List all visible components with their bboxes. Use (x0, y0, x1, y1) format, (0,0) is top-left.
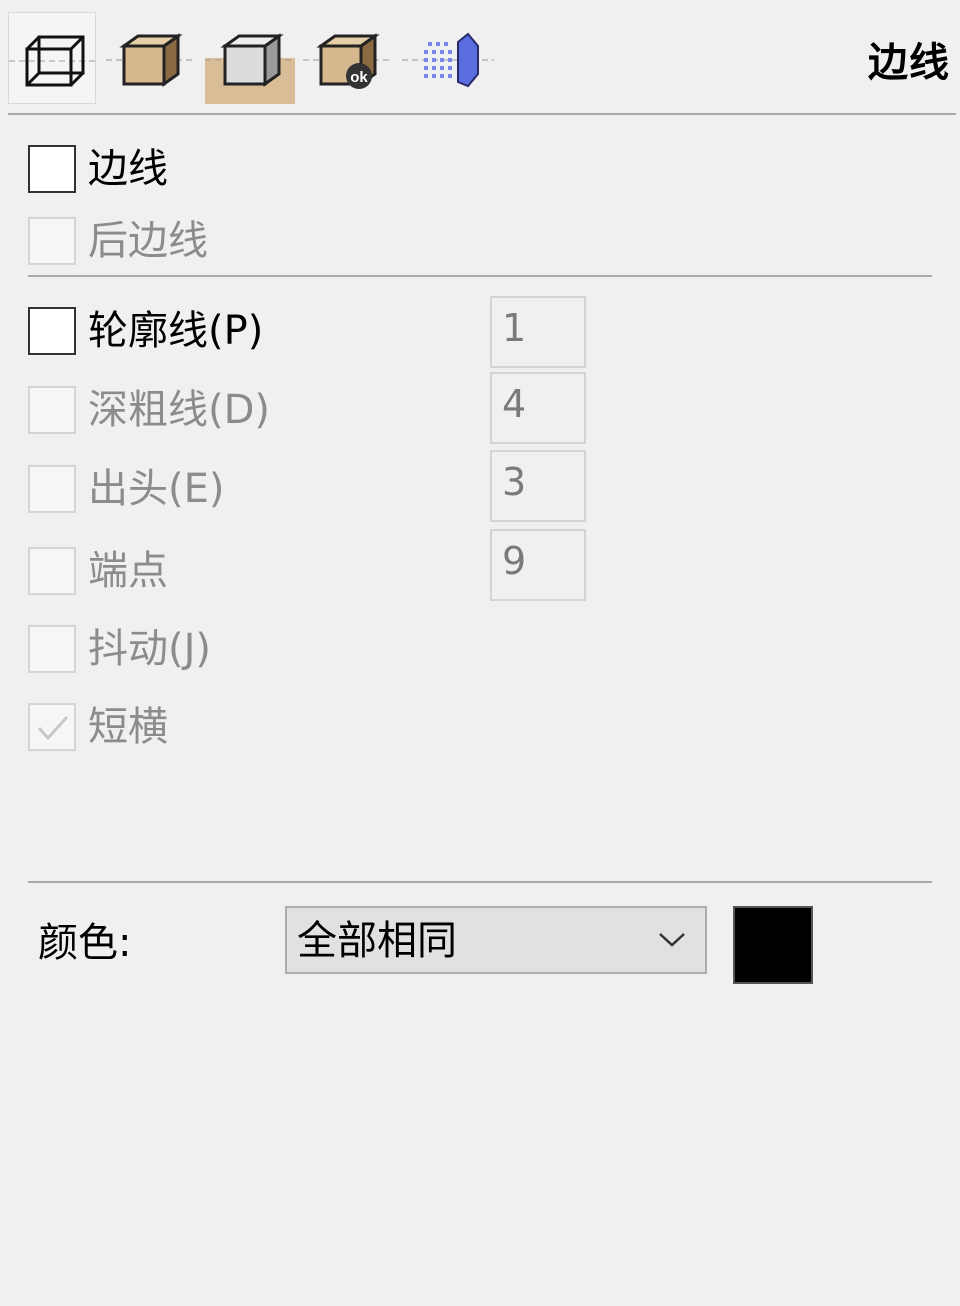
check-icon (37, 715, 69, 741)
depth-cue-option[interactable]: 深粗线(D) (28, 383, 270, 437)
edges-option[interactable]: 边线 (28, 142, 168, 196)
color-label: 颜色: (38, 920, 132, 966)
endpoints-label: 端点 (88, 548, 168, 594)
profiles-label: 轮廓线(P) (88, 308, 264, 354)
jitter-checkbox[interactable] (28, 625, 76, 673)
x-ray-box-icon (402, 32, 494, 88)
panel-title: 边线 (868, 40, 950, 86)
back-edges-checkbox[interactable] (28, 217, 76, 265)
edges-label: 边线 (88, 146, 168, 192)
color-swatch[interactable] (733, 906, 813, 984)
color-mode-dropdown[interactable]: 全部相同 (285, 906, 707, 974)
wireframe-icon (9, 35, 97, 87)
extension-length-field[interactable]: 3 (490, 450, 586, 522)
profiles-checkbox[interactable] (28, 307, 76, 355)
endpoints-checkbox[interactable] (28, 547, 76, 595)
depth-cue-label: 深粗线(D) (88, 387, 271, 433)
shaded-textures-style-button[interactable]: ok (303, 12, 391, 104)
profiles-option[interactable]: 轮廓线(P) (28, 304, 263, 358)
toolbar-divider (8, 113, 956, 115)
edge-settings-panel: ok 边线 边线 后边线 轮廓线(P) 1 深粗线(D) 4 出头(E) 3 端… (0, 0, 960, 1306)
profiles-width-field[interactable]: 1 (490, 296, 586, 368)
jitter-label: 抖动(J) (88, 626, 212, 672)
dashes-option[interactable]: 短横 (28, 700, 168, 754)
edges-checkbox[interactable] (28, 145, 76, 193)
xray-style-button[interactable] (402, 12, 494, 104)
wireframe-style-button[interactable] (8, 12, 97, 104)
back-edges-label: 后边线 (88, 218, 208, 264)
extension-option[interactable]: 出头(E) (28, 462, 224, 516)
extension-label: 出头(E) (88, 466, 225, 512)
section-divider (28, 275, 932, 277)
endpoints-length-field[interactable]: 9 (490, 529, 586, 601)
depth-cue-checkbox[interactable] (28, 386, 76, 434)
face-style-toolbar: ok 边线 (0, 0, 960, 116)
shaded-box-icon (106, 33, 194, 87)
hidden-line-box-icon (205, 33, 293, 87)
extension-checkbox[interactable] (28, 465, 76, 513)
chevron-down-icon (659, 933, 685, 947)
section-divider (28, 881, 932, 883)
shaded-box-ok-icon: ok (303, 33, 391, 89)
back-edges-option[interactable]: 后边线 (28, 214, 208, 268)
svg-text:ok: ok (350, 69, 368, 86)
shaded-style-button[interactable] (106, 12, 194, 104)
color-mode-value: 全部相同 (297, 918, 457, 964)
endpoints-option[interactable]: 端点 (28, 544, 168, 598)
depth-cue-field[interactable]: 4 (490, 372, 586, 444)
hidden-line-style-button[interactable] (205, 12, 295, 104)
dashes-checkbox[interactable] (28, 703, 76, 751)
jitter-option[interactable]: 抖动(J) (28, 622, 211, 676)
dashes-label: 短横 (88, 704, 168, 750)
